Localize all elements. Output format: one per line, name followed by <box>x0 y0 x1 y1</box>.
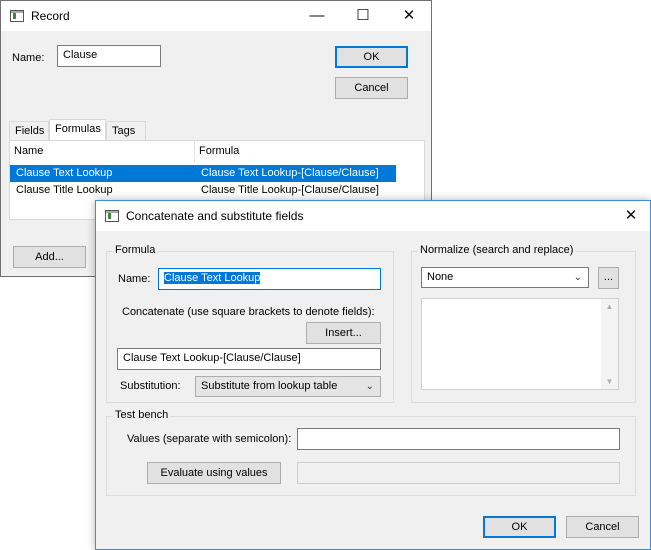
normalize-more-button[interactable]: ... <box>598 267 619 289</box>
formula-group: Formula Name: Clause Text Lookup Concate… <box>106 244 394 403</box>
dialog-ok-button[interactable]: OK <box>483 516 556 538</box>
concatenate-label: Concatenate (use square brackets to deno… <box>122 306 375 318</box>
tab-tags[interactable]: Tags <box>106 121 146 141</box>
normalize-group-title: Normalize (search and replace) <box>418 244 576 256</box>
concatenate-input[interactable]: Clause Text Lookup-[Clause/Clause] <box>117 348 381 370</box>
evaluate-button[interactable]: Evaluate using values <box>147 462 281 484</box>
row-name: Clause Text Lookup <box>16 167 113 179</box>
normalize-value: None <box>427 271 454 283</box>
normalize-group: Normalize (search and replace) None ⌄ ..… <box>411 244 636 403</box>
table-row[interactable]: Clause Title Lookup Clause Title Lookup-… <box>10 182 396 199</box>
record-cancel-button[interactable]: Cancel <box>335 77 408 99</box>
column-header-formula[interactable]: Formula <box>195 141 425 163</box>
formula-name-label: Name: <box>118 273 151 285</box>
close-icon[interactable]: ✕ <box>611 201 651 231</box>
values-label: Values (separate with semicolon): <box>127 433 292 445</box>
minimize-icon[interactable]: — <box>294 1 340 31</box>
formula-group-title: Formula <box>113 244 158 256</box>
test-bench-title: Test bench <box>113 409 171 421</box>
formula-name-input[interactable]: Clause Text Lookup <box>158 268 381 290</box>
dialog-titlebar: Concatenate and substitute fields ✕ <box>96 201 650 231</box>
test-bench-group: Test bench Values (separate with semicol… <box>106 409 636 496</box>
substitution-value: Substitute from lookup table <box>201 380 338 392</box>
app-window-icon <box>105 210 119 222</box>
maximize-icon[interactable]: ☐ <box>340 1 386 31</box>
evaluate-result-field <box>297 462 620 484</box>
substitution-select[interactable]: Substitute from lookup table ⌄ <box>195 376 381 397</box>
normalize-scrollbar[interactable]: ▲ ▼ <box>601 299 618 389</box>
concatenate-dialog: Concatenate and substitute fields ✕ Form… <box>95 200 651 550</box>
values-input[interactable] <box>297 428 620 450</box>
row-name: Clause Title Lookup <box>16 184 113 196</box>
normalize-textarea[interactable]: ▲ ▼ <box>421 298 619 390</box>
normalize-select[interactable]: None ⌄ <box>421 267 589 288</box>
insert-field-button[interactable]: Insert... <box>306 322 381 344</box>
record-title: Record <box>31 9 70 23</box>
substitution-label: Substitution: <box>120 380 181 392</box>
row-formula: Clause Title Lookup-[Clause/Clause] <box>201 184 379 196</box>
row-formula: Clause Text Lookup-[Clause/Clause] <box>201 167 379 179</box>
close-icon[interactable]: ✕ <box>386 1 432 31</box>
record-name-label: Name: <box>12 52 45 64</box>
table-row[interactable]: Clause Text Lookup Clause Text Lookup-[C… <box>10 165 396 182</box>
formula-name-value: Clause Text Lookup <box>164 272 261 284</box>
tab-fields[interactable]: Fields <box>9 121 49 141</box>
tab-formulas[interactable]: Formulas <box>49 119 106 141</box>
scroll-down-icon[interactable]: ▼ <box>601 377 618 386</box>
add-formula-button[interactable]: Add... <box>13 246 86 268</box>
record-ok-button[interactable]: OK <box>335 46 408 68</box>
dialog-cancel-button[interactable]: Cancel <box>566 516 639 538</box>
chevron-down-icon: ⌄ <box>573 272 582 283</box>
chevron-down-icon: ⌄ <box>365 381 374 392</box>
record-name-input[interactable]: Clause <box>57 45 161 67</box>
scroll-up-icon[interactable]: ▲ <box>601 302 618 311</box>
dialog-title: Concatenate and substitute fields <box>126 209 304 223</box>
app-window-icon <box>10 10 24 22</box>
column-header-name[interactable]: Name <box>10 141 195 163</box>
record-titlebar: Record — ☐ ✕ <box>1 1 431 31</box>
